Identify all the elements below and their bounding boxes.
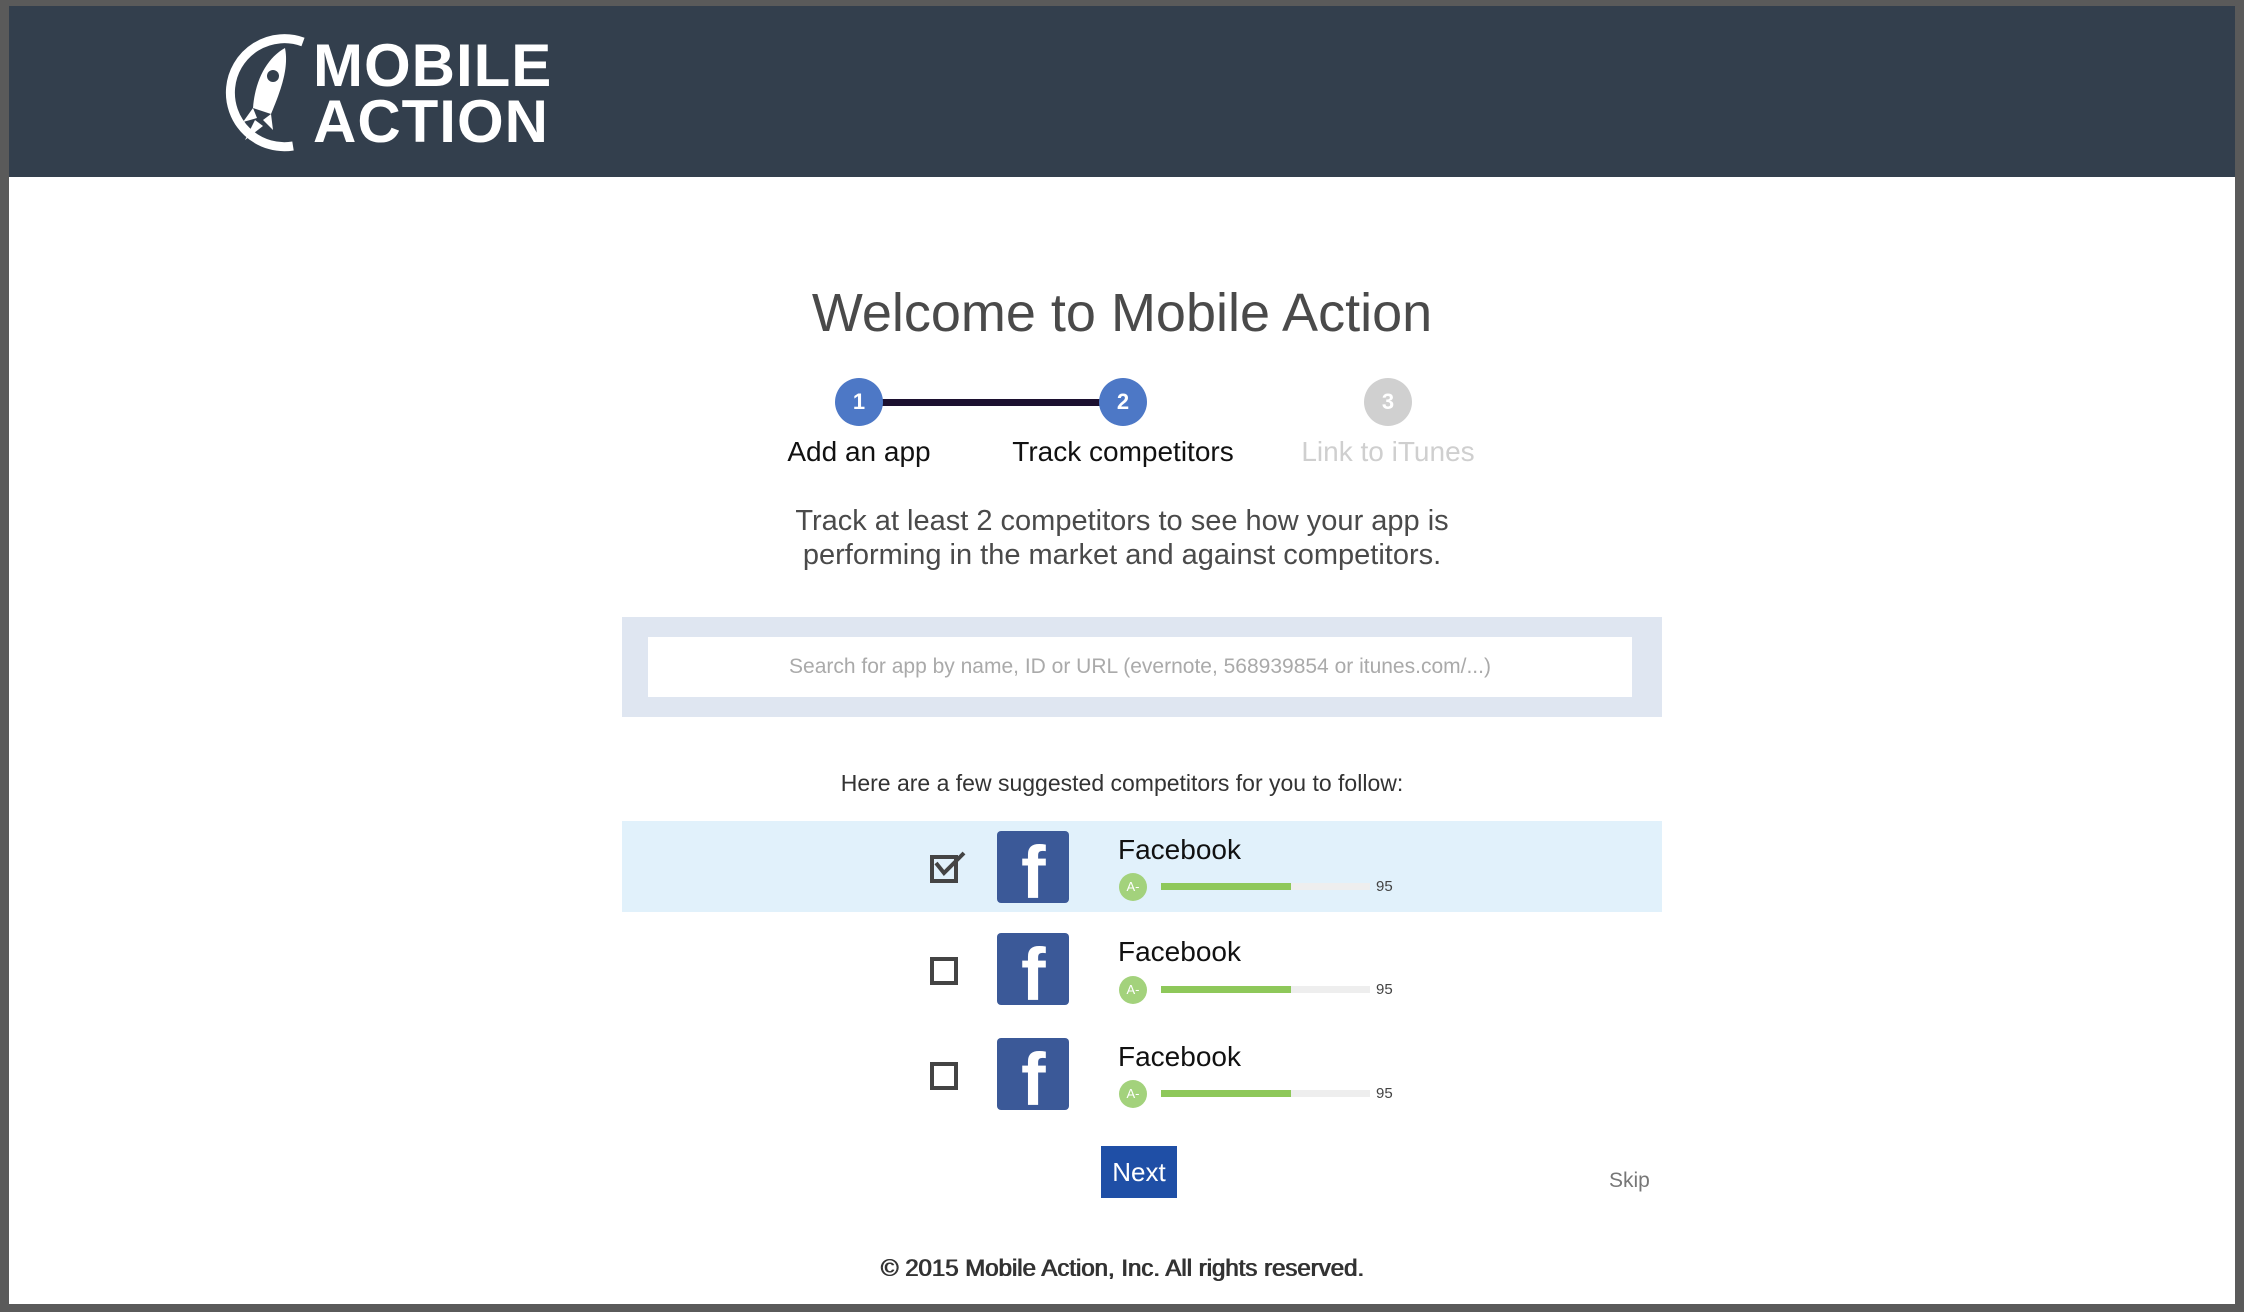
suggested-competitors-label: Here are a few suggested competitors for…	[840, 770, 1404, 796]
facebook-icon: f	[997, 933, 1069, 1005]
step-3-circle: 3	[1364, 378, 1412, 426]
competitor-checkbox[interactable]	[930, 1062, 958, 1090]
score-bar-fill	[1161, 883, 1291, 890]
grade-badge: A-	[1119, 1080, 1147, 1108]
logo-line-1: MOBILE	[313, 32, 553, 99]
logo-line-2: ACTION	[313, 88, 549, 155]
rocket-icon	[225, 34, 305, 152]
header-bar: MOBILE ACTION	[9, 6, 2235, 177]
page-title: Welcome to Mobile Action	[811, 283, 1433, 343]
competitor-row[interactable]: f Facebook A- 95	[622, 924, 1662, 1015]
facebook-icon: f	[997, 831, 1069, 903]
intro-line-2: performing in the market and against com…	[802, 539, 1442, 571]
grade-badge: A-	[1119, 873, 1147, 901]
score-bar-fill	[1161, 986, 1291, 993]
competitor-name: Facebook	[1118, 1041, 1241, 1072]
score-bar	[1161, 1090, 1370, 1097]
step-connector-line	[868, 399, 1133, 406]
step-1-circle: 1	[835, 378, 883, 426]
competitor-name: Facebook	[1118, 834, 1241, 865]
competitor-row[interactable]: f Facebook A- 95	[622, 821, 1662, 912]
page: MOBILE ACTION Welcome to Mobile Action 1…	[9, 6, 2235, 1304]
grade-badge: A-	[1119, 976, 1147, 1004]
facebook-icon: f	[997, 1038, 1069, 1110]
score-value: 95	[1376, 878, 1393, 895]
search-panel	[622, 617, 1662, 717]
competitor-checkbox[interactable]	[930, 957, 958, 985]
step-2-circle: 2	[1099, 378, 1147, 426]
checkmark-icon	[934, 851, 966, 876]
app-search-input[interactable]	[648, 637, 1632, 697]
mobile-action-logo[interactable]: MOBILE ACTION	[215, 34, 595, 156]
competitor-name: Facebook	[1118, 936, 1241, 967]
footer-copyright: © 2015 Mobile Action, Inc. All rights re…	[880, 1255, 1364, 1282]
logo-wordmark: MOBILE ACTION	[313, 32, 553, 155]
score-bar	[1161, 986, 1370, 993]
competitor-row[interactable]: f Facebook A- 95	[622, 1028, 1662, 1119]
score-bar-fill	[1161, 1090, 1291, 1097]
step-1-label: Add an app	[787, 436, 931, 467]
intro-text: Track at least 2 competitors to see how …	[9, 504, 2235, 572]
score-value: 95	[1376, 1085, 1393, 1102]
step-3-label: Link to iTunes	[1301, 436, 1475, 467]
score-value: 95	[1376, 981, 1393, 998]
skip-link[interactable]: Skip	[1609, 1168, 1650, 1194]
next-button[interactable]: Next	[1101, 1146, 1177, 1198]
intro-line-1: Track at least 2 competitors to see how …	[795, 505, 1449, 537]
score-bar	[1161, 883, 1370, 890]
step-2-label: Track competitors	[1012, 436, 1234, 467]
